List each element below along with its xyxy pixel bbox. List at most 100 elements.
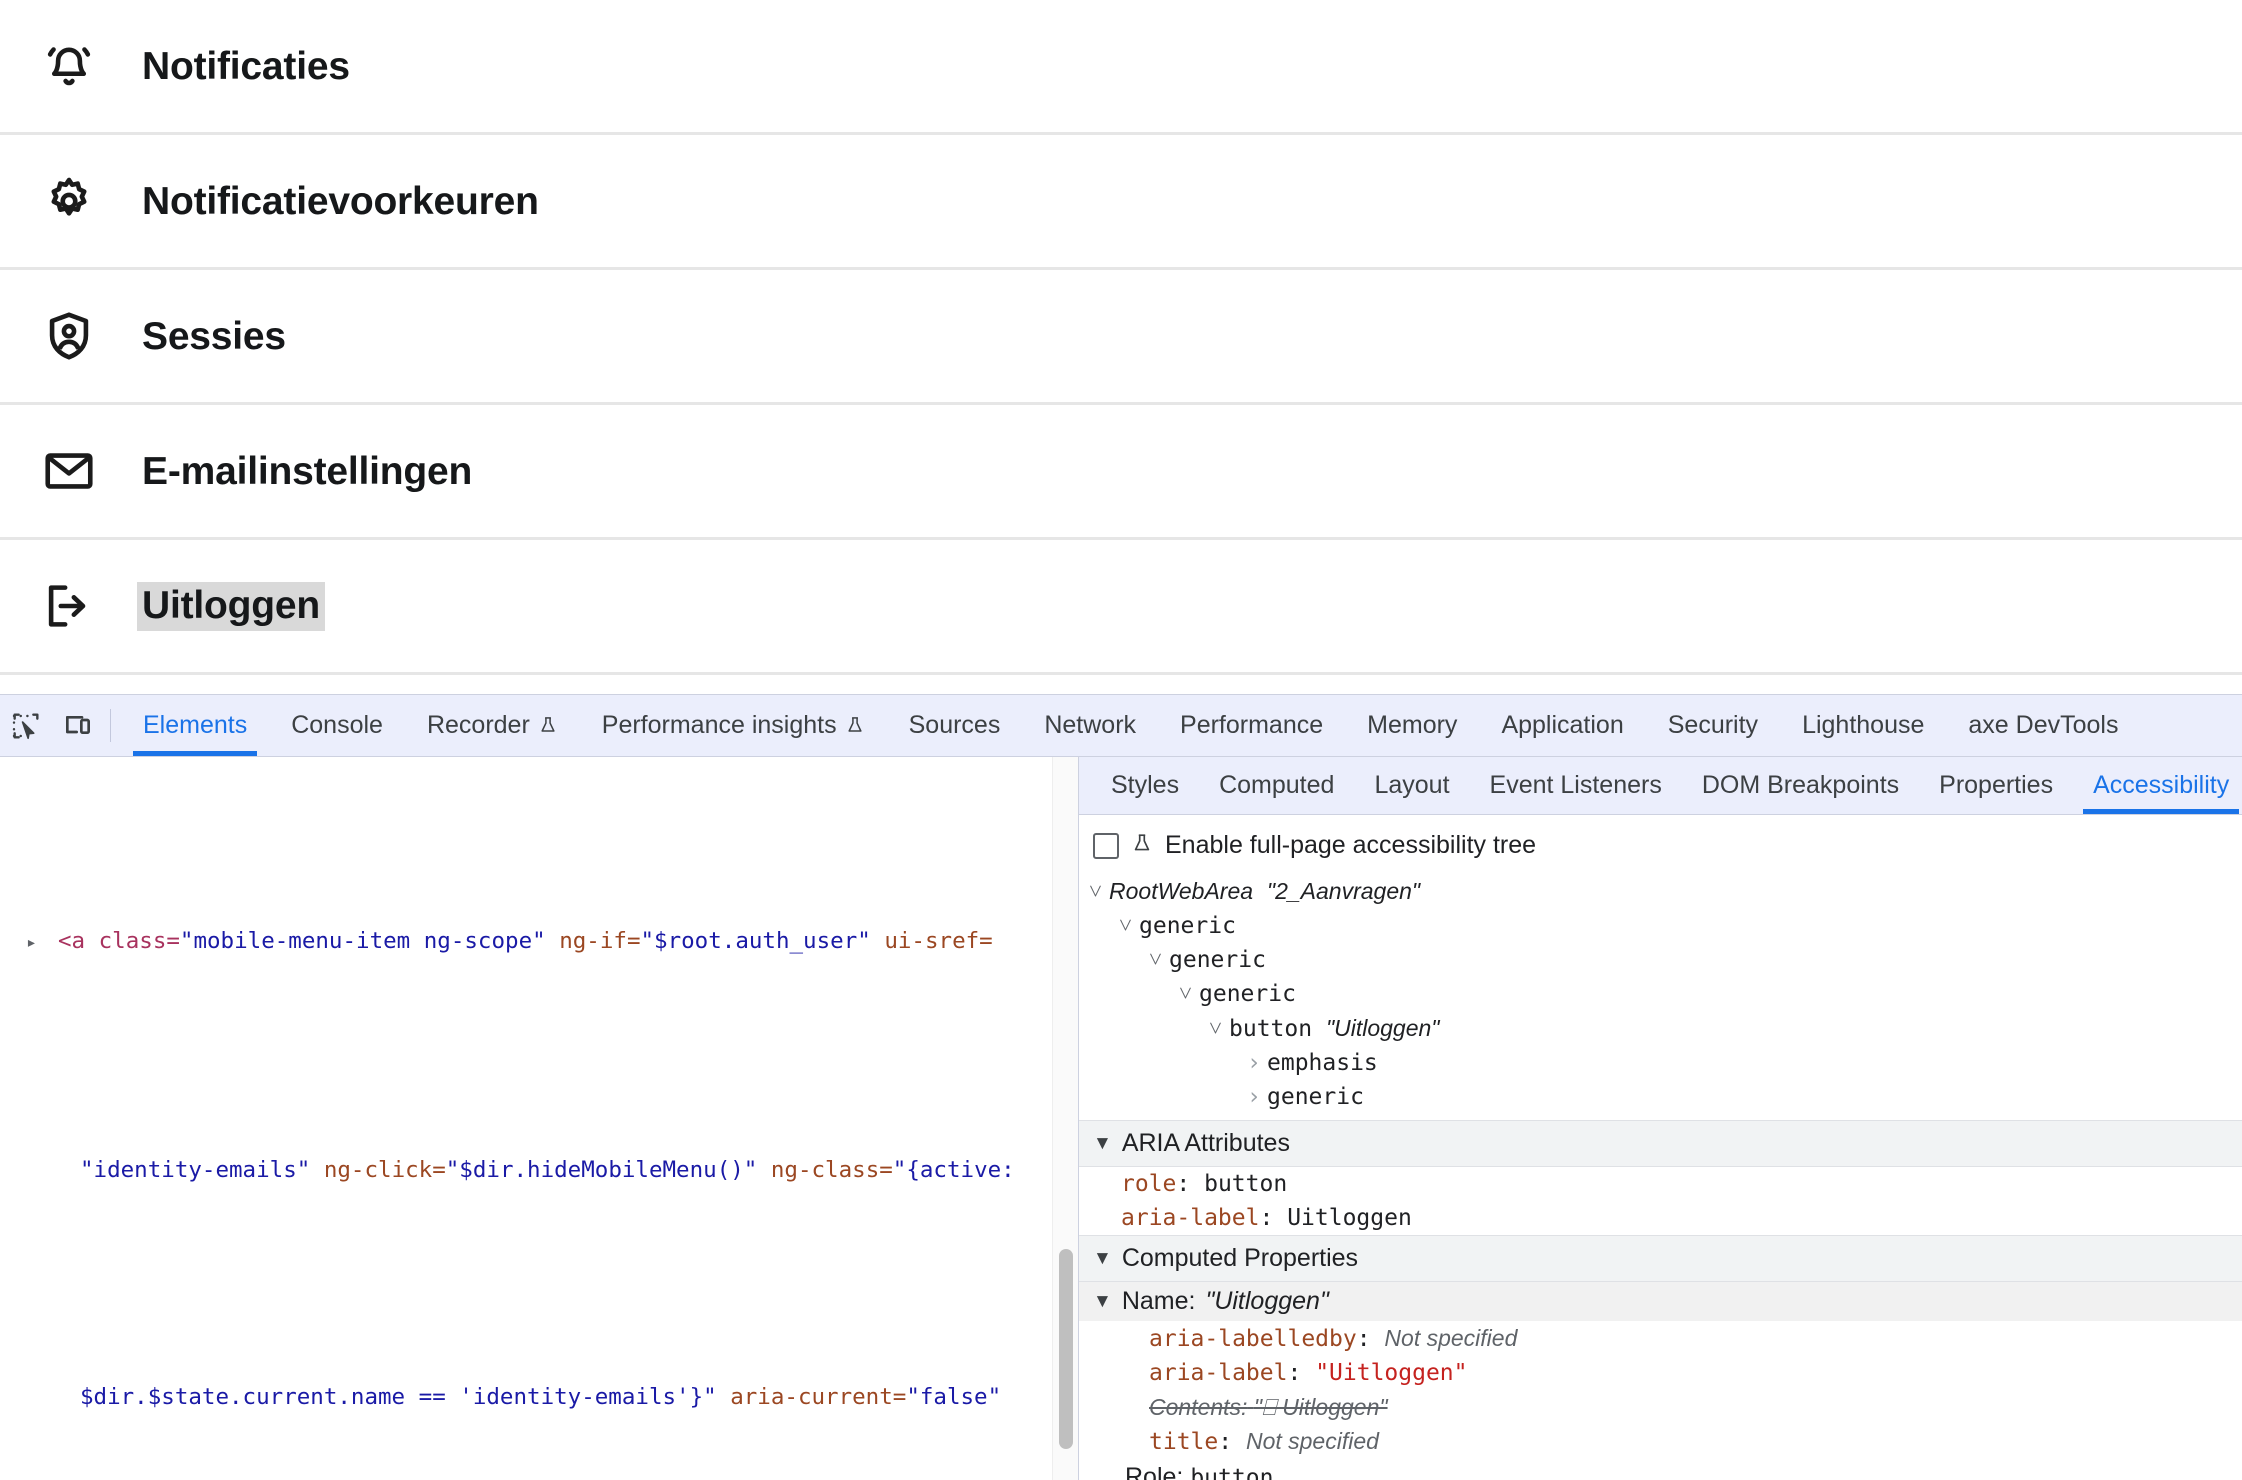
section-title: Computed Properties (1121, 1244, 1359, 1272)
tab-sources[interactable]: Sources (887, 695, 1023, 756)
dom-attr: ui-sref= (870, 928, 993, 955)
sidebar-tab-label: Computed (1219, 771, 1335, 799)
shield-account-icon (32, 299, 106, 373)
ax-node-rootwebarea[interactable]: ˅ RootWebArea "2_Aanvragen" (1079, 874, 2242, 909)
section-title: ARIA Attributes (1121, 1129, 1290, 1157)
sidebar-tab-dom-breakpoints[interactable]: DOM Breakpoints (1682, 757, 1919, 814)
expand-arrow-icon[interactable]: ▸ (26, 927, 58, 959)
collapse-arrow-icon[interactable]: ˅ (1089, 875, 1109, 909)
tab-label: Performance insights (601, 711, 837, 739)
tab-console[interactable]: Console (269, 695, 405, 756)
tab-network[interactable]: Network (1022, 695, 1158, 756)
sidebar-tab-label: Properties (1939, 771, 2054, 799)
accessibility-tree: ˅ RootWebArea "2_Aanvragen" ˅ generic ˅ gen… (1079, 874, 2242, 1120)
tab-label: Security (1667, 711, 1759, 739)
devtools-body: ▸ <a class="mobile-menu-item ng-scope" ng… (0, 757, 2242, 1480)
aria-attribute-aria-label: aria-label: Uitloggen (1121, 1205, 1412, 1231)
dom-tree-scrollbar[interactable] (1052, 757, 1078, 1480)
ax-node-role: emphasis (1267, 1050, 1378, 1076)
ax-node-generic[interactable]: ˅ generic (1079, 943, 2242, 977)
sidebar-tab-styles[interactable]: Styles (1091, 757, 1199, 814)
computed-role-label: Role: (1125, 1463, 1184, 1480)
tab-label: Elements (143, 711, 248, 739)
tab-label: Recorder (426, 711, 530, 739)
name-source-title: title: Not specified (1149, 1428, 1379, 1455)
computed-name-row[interactable]: ▼ Name: "Uitloggen" (1079, 1282, 2242, 1321)
menu-item-notificaties[interactable]: Notificaties (0, 0, 2242, 135)
sidebar-tab-event-listeners[interactable]: Event Listeners (1470, 757, 1682, 814)
collapse-arrow-icon[interactable]: ˅ (1209, 1012, 1229, 1046)
dom-attr: ng-class= (757, 1156, 893, 1183)
chevron-down-icon: ▼ (1093, 1132, 1112, 1154)
tab-performance[interactable]: Performance (1158, 695, 1345, 756)
source-value: Not specified (1384, 1325, 1518, 1351)
ax-node-generic[interactable]: › generic (1079, 1080, 2242, 1114)
ax-node-emphasis[interactable]: › emphasis (1079, 1046, 2242, 1080)
sidebar-tab-label: Styles (1111, 771, 1180, 799)
enable-full-page-tree-checkbox[interactable] (1093, 832, 1119, 859)
collapse-arrow-icon[interactable]: ˅ (1149, 943, 1169, 977)
tab-lighthouse[interactable]: Lighthouse (1780, 695, 1946, 756)
source-key: aria-label (1149, 1360, 1288, 1386)
scrollbar-thumb[interactable] (1059, 1249, 1073, 1449)
source-key: aria-labelledby (1149, 1326, 1357, 1352)
menu-item-e-mailinstellingen[interactable]: E-mailinstellingen (0, 405, 2242, 540)
computed-properties-section-header[interactable]: ▼ Computed Properties (1079, 1235, 2242, 1282)
ax-node-button[interactable]: ˅ button "Uitloggen" (1079, 1011, 2242, 1046)
menu-item-uitloggen[interactable]: Uitloggen (0, 540, 2242, 675)
dom-row[interactable]: "identity-emails" ng-click="$dir.hideMob… (0, 1089, 1078, 1251)
dom-value: "identity-emails" (80, 1156, 311, 1183)
tab-axe-devtools[interactable]: axe DevTools (1946, 695, 2140, 756)
source-value: Not specified (1245, 1428, 1379, 1454)
expand-arrow-icon[interactable]: › (1247, 1080, 1267, 1114)
tab-elements[interactable]: Elements (121, 695, 269, 756)
tab-recorder[interactable]: Recorder (405, 695, 580, 756)
menu-item-label: Notificaties (142, 44, 350, 88)
ax-node-generic[interactable]: ˅ generic (1079, 909, 2242, 943)
sidebar-tab-accessibility[interactable]: Accessibility (2073, 757, 2242, 814)
devtools-tabbar: Elements Console Recorder Performance in… (0, 695, 2242, 757)
tab-memory[interactable]: Memory (1345, 695, 1479, 756)
chevron-down-icon: ▼ (1093, 1290, 1112, 1312)
tab-performance-insights[interactable]: Performance insights (580, 695, 887, 756)
aria-attributes-section-header[interactable]: ▼ ARIA Attributes (1079, 1120, 2242, 1167)
tab-label: Lighthouse (1802, 711, 1925, 739)
accessibility-pane: Styles Computed Layout Event Listeners D… (1079, 757, 2242, 1480)
enable-full-page-tree-label: Enable full-page accessibility tree (1165, 831, 1537, 859)
sidebar-tab-label: Accessibility (2093, 771, 2230, 799)
aria-attr-value: button (1204, 1171, 1288, 1197)
sidebar-tab-label: Layout (1374, 771, 1450, 799)
aria-attribute-role: role: button (1121, 1171, 1288, 1197)
aria-attr-value: Uitloggen (1287, 1205, 1412, 1231)
inspect-element-icon[interactable] (0, 695, 52, 756)
ax-node-generic[interactable]: ˅ generic (1079, 977, 2242, 1011)
dom-row[interactable]: ▸ <a class="mobile-menu-item ng-scope" ng… (0, 860, 1078, 1024)
device-toolbar-icon[interactable] (52, 695, 104, 756)
menu-item-sessies[interactable]: Sessies (0, 270, 2242, 405)
dom-tree-pane[interactable]: ▸ <a class="mobile-menu-item ng-scope" ng… (0, 757, 1079, 1480)
enable-full-page-tree-row[interactable]: Enable full-page accessibility tree (1079, 815, 2242, 874)
source-key: title (1149, 1429, 1219, 1455)
tab-label: Network (1044, 711, 1137, 739)
tab-label: Console (291, 711, 383, 739)
dom-tree: ▸ <a class="mobile-menu-item ng-scope" ng… (0, 757, 1078, 1480)
menu-item-label: Notificatievoorkeuren (142, 179, 539, 223)
computed-role-row: Role: button (1079, 1459, 2242, 1480)
ax-node-role: generic (1139, 913, 1236, 939)
tab-application[interactable]: Application (1479, 695, 1645, 756)
collapse-arrow-icon[interactable]: ˅ (1119, 909, 1139, 943)
dom-row[interactable]: $dir.$state.current.name == 'identity-em… (0, 1316, 1078, 1478)
experiment-flask-icon (538, 713, 558, 739)
tab-security[interactable]: Security (1646, 695, 1780, 756)
expand-arrow-icon[interactable]: › (1247, 1046, 1267, 1080)
collapse-arrow-icon[interactable]: ˅ (1179, 977, 1199, 1011)
accessibility-content: Enable full-page accessibility tree ˅ Roo… (1079, 815, 2242, 1480)
sidebar-tab-label: DOM Breakpoints (1701, 771, 1900, 799)
sidebar-tab-layout[interactable]: Layout (1354, 757, 1469, 814)
experiment-flask-icon (1131, 832, 1153, 860)
dom-attr: ng-click= (310, 1156, 446, 1183)
sidebar-tab-properties[interactable]: Properties (1919, 757, 2073, 814)
menu-item-notificatievoorkeuren[interactable]: Notificatievoorkeuren (0, 135, 2242, 270)
email-icon (32, 434, 106, 508)
sidebar-tab-computed[interactable]: Computed (1199, 757, 1354, 814)
